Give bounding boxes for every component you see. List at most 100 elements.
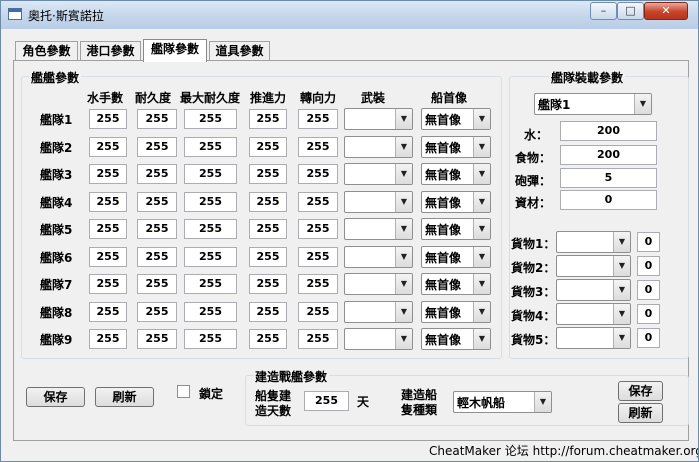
- sailors-input[interactable]: 255: [89, 247, 127, 267]
- goods-type-dropdown[interactable]: ▼: [556, 231, 631, 253]
- durability-input[interactable]: 255: [137, 192, 177, 212]
- build-refresh-button[interactable]: 刷新: [618, 403, 663, 423]
- fleet-row-label: 艦隊3: [40, 168, 73, 182]
- material-input[interactable]: 0: [560, 190, 657, 210]
- turning-input[interactable]: 255: [298, 219, 338, 239]
- water-input[interactable]: 200: [560, 121, 657, 141]
- fleet-row-label: 艦隊4: [40, 196, 73, 210]
- turning-input[interactable]: 255: [298, 247, 338, 267]
- goods-qty-input[interactable]: 0: [637, 328, 660, 348]
- weapons-dropdown[interactable]: ▼: [344, 273, 413, 295]
- sailors-input[interactable]: 255: [89, 274, 127, 294]
- turning-input[interactable]: 255: [298, 192, 338, 212]
- tab-character[interactable]: 角色參數: [15, 41, 78, 61]
- durability-input[interactable]: 255: [137, 219, 177, 239]
- goods-qty-input[interactable]: 0: [637, 304, 660, 324]
- title-bar[interactable]: 奧托·斯賓諾拉 – □ ✕: [1, 1, 698, 29]
- close-button[interactable]: ✕: [644, 2, 688, 20]
- weapons-dropdown[interactable]: ▼: [344, 246, 413, 268]
- food-input[interactable]: 200: [560, 145, 657, 165]
- propulsion-input[interactable]: 255: [249, 137, 287, 157]
- build-save-button[interactable]: 保存: [618, 381, 663, 401]
- turning-input[interactable]: 255: [298, 302, 338, 322]
- weapons-dropdown[interactable]: ▼: [344, 108, 413, 130]
- propulsion-input[interactable]: 255: [249, 164, 287, 184]
- propulsion-input[interactable]: 255: [249, 302, 287, 322]
- sailors-input[interactable]: 255: [89, 164, 127, 184]
- sailors-input[interactable]: 255: [89, 109, 127, 129]
- max-durability-input[interactable]: 255: [184, 329, 237, 349]
- durability-input[interactable]: 255: [137, 109, 177, 129]
- max-durability-input[interactable]: 255: [184, 192, 237, 212]
- figurehead-dropdown[interactable]: 無首像 ▼: [421, 136, 491, 158]
- goods-qty-input[interactable]: 0: [637, 256, 660, 276]
- turning-input[interactable]: 255: [298, 329, 338, 349]
- tab-items[interactable]: 道具參數: [209, 41, 270, 61]
- weapons-dropdown[interactable]: ▼: [344, 218, 413, 240]
- propulsion-input[interactable]: 255: [249, 247, 287, 267]
- goods-type-dropdown[interactable]: ▼: [556, 255, 631, 277]
- tab-fleet[interactable]: 艦隊參數: [143, 39, 207, 62]
- max-durability-input[interactable]: 255: [184, 164, 237, 184]
- sailors-input[interactable]: 255: [89, 302, 127, 322]
- weapons-dropdown[interactable]: ▼: [344, 301, 413, 323]
- propulsion-input[interactable]: 255: [249, 109, 287, 129]
- turning-input[interactable]: 255: [298, 109, 338, 129]
- max-durability-input[interactable]: 255: [184, 302, 237, 322]
- turning-input[interactable]: 255: [298, 164, 338, 184]
- propulsion-input[interactable]: 255: [249, 219, 287, 239]
- sailors-input[interactable]: 255: [89, 219, 127, 239]
- refresh-button[interactable]: 刷新: [95, 387, 154, 407]
- weapons-dropdown[interactable]: ▼: [344, 163, 413, 185]
- figurehead-dropdown[interactable]: 無首像 ▼: [421, 301, 491, 323]
- weapons-dropdown[interactable]: ▼: [344, 328, 413, 350]
- figurehead-dropdown[interactable]: 無首像 ▼: [421, 191, 491, 213]
- weapons-dropdown[interactable]: ▼: [344, 136, 413, 158]
- durability-input[interactable]: 255: [137, 137, 177, 157]
- max-durability-input[interactable]: 255: [184, 274, 237, 294]
- durability-input[interactable]: 255: [137, 274, 177, 294]
- minimize-button[interactable]: –: [590, 2, 617, 20]
- weapons-dropdown[interactable]: ▼: [344, 191, 413, 213]
- ship-type-dropdown[interactable]: 輕木帆船 ▼: [453, 391, 552, 413]
- goods-type-dropdown[interactable]: ▼: [556, 279, 631, 301]
- figurehead-dropdown[interactable]: 無首像 ▼: [421, 246, 491, 268]
- sailors-input[interactable]: 255: [89, 137, 127, 157]
- figurehead-dropdown[interactable]: 無首像 ▼: [421, 218, 491, 240]
- chevron-down-icon: ▼: [473, 137, 490, 157]
- sailors-input[interactable]: 255: [89, 192, 127, 212]
- max-durability-input[interactable]: 255: [184, 219, 237, 239]
- material-label: 資材：: [515, 196, 552, 210]
- max-durability-input[interactable]: 255: [184, 137, 237, 157]
- goods-qty-input[interactable]: 0: [637, 280, 660, 300]
- figurehead-dropdown[interactable]: 無首像 ▼: [421, 328, 491, 350]
- chevron-down-icon: ▼: [395, 302, 412, 322]
- lock-checkbox[interactable]: [177, 385, 190, 398]
- propulsion-input[interactable]: 255: [249, 192, 287, 212]
- turning-input[interactable]: 255: [298, 274, 338, 294]
- sailors-input[interactable]: 255: [89, 329, 127, 349]
- figurehead-dropdown[interactable]: 無首像 ▼: [421, 163, 491, 185]
- figurehead-dropdown[interactable]: 無首像 ▼: [421, 108, 491, 130]
- maximize-button[interactable]: □: [617, 2, 644, 20]
- goods-type-dropdown[interactable]: ▼: [556, 327, 631, 349]
- tab-port[interactable]: 港口參數: [80, 41, 141, 61]
- max-durability-input[interactable]: 255: [184, 109, 237, 129]
- fleet-select-dropdown[interactable]: 艦隊1 ▼: [534, 93, 652, 115]
- durability-input[interactable]: 255: [137, 302, 177, 322]
- turning-input[interactable]: 255: [298, 137, 338, 157]
- durability-input[interactable]: 255: [137, 164, 177, 184]
- goods-type-dropdown[interactable]: ▼: [556, 303, 631, 325]
- chevron-down-icon: ▼: [613, 232, 630, 252]
- ammo-input[interactable]: 5: [560, 168, 657, 188]
- durability-input[interactable]: 255: [137, 247, 177, 267]
- save-button[interactable]: 保存: [26, 387, 85, 407]
- figurehead-dropdown[interactable]: 無首像 ▼: [421, 273, 491, 295]
- goods-qty-input[interactable]: 0: [637, 232, 660, 252]
- propulsion-input[interactable]: 255: [249, 274, 287, 294]
- max-durability-input[interactable]: 255: [184, 247, 237, 267]
- propulsion-input[interactable]: 255: [249, 329, 287, 349]
- build-days-input[interactable]: 255: [304, 391, 349, 411]
- food-label: 食物：: [515, 151, 552, 165]
- durability-input[interactable]: 255: [137, 329, 177, 349]
